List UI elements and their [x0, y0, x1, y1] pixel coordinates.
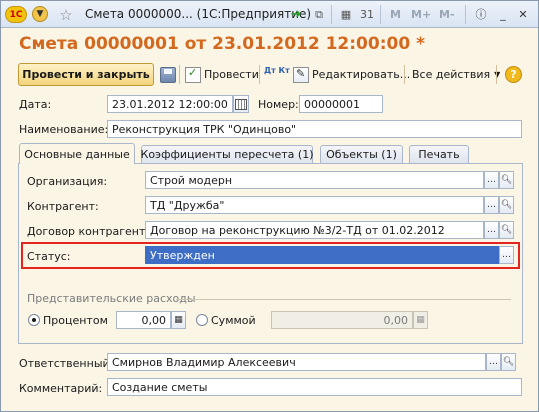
tab-main-data[interactable]: Основные данные	[19, 143, 135, 164]
comment-label: Комментарий:	[19, 382, 103, 395]
post-and-close-button[interactable]: Провести и закрыть	[18, 63, 154, 86]
command-bar: Провести и закрыть Провести Дт Кт Редакт…	[18, 63, 524, 87]
close-icon[interactable]: ✕	[515, 6, 531, 22]
memory-m-button[interactable]: M	[390, 8, 401, 21]
contract-field[interactable]: Договор на реконструкцию №3/2-ТД от 01.0…	[145, 221, 484, 239]
responsible-select-button[interactable]: …	[486, 353, 501, 371]
section-divider	[176, 299, 511, 300]
comment-field[interactable]: Создание сметы	[107, 378, 522, 396]
separator	[179, 65, 180, 84]
organization-field[interactable]: Строй модерн	[145, 171, 484, 189]
status-label: Статус:	[27, 250, 71, 263]
separator	[259, 65, 260, 84]
search-icon: 🔍︎	[500, 175, 513, 185]
responsible-open-button[interactable]: 🔍︎	[501, 353, 516, 371]
contractor-open-button[interactable]: 🔍︎	[499, 196, 514, 214]
minimize-icon[interactable]: _	[495, 6, 511, 22]
name-field[interactable]: Реконструкция ТРК "Одинцово"	[107, 120, 522, 138]
responsible-field[interactable]: Смирнов Владимир Алексеевич	[107, 353, 486, 371]
all-actions-menu[interactable]: Все действия ▼	[412, 63, 500, 86]
separator	[331, 5, 332, 24]
calculator-icon[interactable]: ▦	[337, 6, 355, 23]
tab-objects[interactable]: Объекты (1)	[320, 145, 403, 163]
contractor-label: Контрагент:	[27, 200, 99, 213]
sum-calculator-button[interactable]: ▦	[413, 311, 428, 329]
sum-label: Суммой	[211, 314, 256, 327]
edit-icon	[293, 66, 309, 83]
link-icon[interactable]: ⧉	[310, 6, 328, 23]
memory-minus-button[interactable]: M-	[439, 8, 455, 21]
organization-label: Организация:	[27, 175, 108, 188]
separator	[496, 65, 497, 84]
contract-select-button[interactable]: …	[484, 221, 499, 239]
percent-calculator-button[interactable]: ▦	[171, 311, 186, 329]
1c-logo-icon[interactable]: 1С	[5, 6, 27, 23]
date-label: Дата:	[19, 98, 52, 111]
post-label: Провести	[204, 68, 259, 81]
title-bar: 1С ▼ ☆ Смета 0000000... (1С:Предприятие)…	[1, 1, 538, 28]
all-actions-label: Все действия	[412, 68, 491, 81]
percent-label: Процентом	[43, 314, 108, 327]
calculator-icon: ▦	[416, 315, 425, 325]
status-select-button[interactable]: …	[499, 246, 514, 264]
post-icon	[185, 66, 201, 83]
sum-radio[interactable]	[196, 314, 208, 326]
date-field[interactable]: 23.01.2012 12:00:00	[107, 95, 233, 113]
contract-open-button[interactable]: 🔍︎	[499, 221, 514, 239]
separator	[465, 5, 466, 24]
search-icon: 🔍︎	[500, 225, 513, 235]
edit-button[interactable]: Редактировать...	[293, 63, 410, 86]
dtkt-icon: Дт Кт	[264, 65, 290, 75]
sum-field[interactable]: 0,00	[271, 311, 413, 329]
help-icon[interactable]: ?	[505, 66, 522, 83]
search-icon: 🔍︎	[502, 357, 515, 367]
name-label: Наименование:	[19, 123, 109, 136]
separator	[404, 65, 405, 84]
status-field[interactable]: Утвержден	[145, 246, 499, 264]
edit-label: Редактировать...	[312, 68, 411, 81]
memory-plus-button[interactable]: M+	[411, 8, 431, 21]
organization-open-button[interactable]: 🔍︎	[499, 171, 514, 189]
document-window: 1С ▼ ☆ Смета 0000000... (1С:Предприятие)…	[0, 0, 539, 412]
save-icon	[160, 66, 176, 83]
representative-expenses-title: Представительские расходы	[27, 292, 196, 305]
save-button[interactable]	[160, 63, 179, 86]
calendar-icon[interactable]: 31	[358, 6, 376, 23]
organization-select-button[interactable]: …	[484, 171, 499, 189]
percent-field[interactable]: 0,00	[116, 311, 171, 329]
tab-print[interactable]: Печать	[409, 145, 469, 163]
contractor-select-button[interactable]: …	[484, 196, 499, 214]
calendar-icon	[235, 98, 247, 110]
separator	[380, 5, 381, 24]
window-title: Смета 0000000... (1С:Предприятие)	[85, 7, 312, 21]
number-field[interactable]: 00000001	[299, 95, 383, 113]
favorite-star-icon[interactable]: ☆	[57, 6, 75, 24]
document-heading: Смета 00000001 от 23.01.2012 12:00:00 *	[19, 34, 425, 54]
post-button[interactable]: Провести	[185, 63, 259, 86]
info-icon[interactable]: ⓘ	[473, 6, 489, 22]
search-icon: 🔍︎	[500, 200, 513, 210]
menu-dropdown-icon[interactable]: ▼	[32, 6, 48, 22]
percent-radio[interactable]	[28, 314, 40, 326]
contractor-field[interactable]: ТД "Дружба"	[145, 196, 484, 214]
navigate-forward-icon[interactable]: ➜	[287, 6, 305, 23]
date-picker-button[interactable]	[233, 95, 249, 113]
contract-label: Договор контрагента:	[27, 225, 156, 238]
responsible-label: Ответственный:	[19, 357, 114, 370]
dtkt-button[interactable]: Дт Кт	[264, 63, 290, 86]
tab-coefficients[interactable]: Коэффициенты пересчета (1)	[141, 145, 314, 163]
number-label: Номер:	[258, 98, 299, 111]
calculator-icon: ▦	[174, 315, 183, 325]
